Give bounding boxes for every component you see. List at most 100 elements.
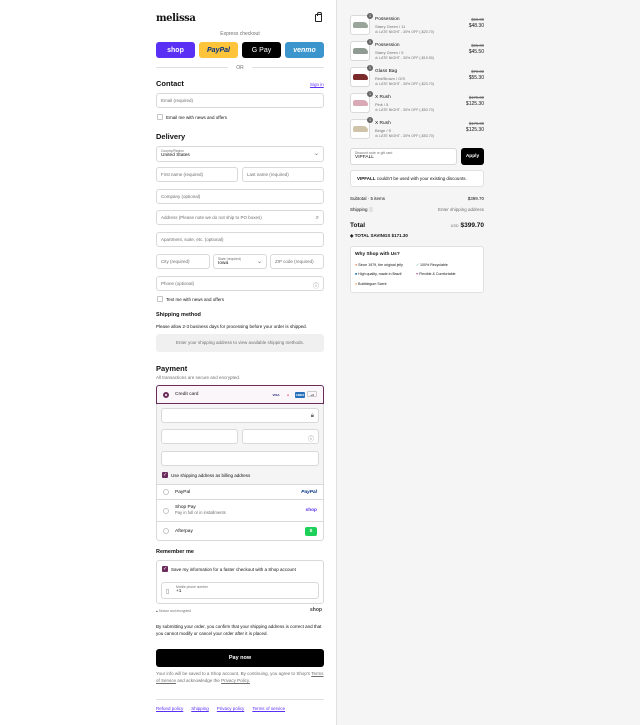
zip-field[interactable]: ZIP code (required)	[270, 254, 324, 269]
original-price: $69.00	[471, 17, 484, 22]
company-field[interactable]: Company (optional)	[156, 189, 324, 204]
remember-me-title: Remember me	[156, 549, 194, 555]
more-cards-badge: +4	[307, 391, 317, 397]
quantity-badge: 1	[367, 117, 373, 123]
apply-button[interactable]: Apply	[461, 148, 484, 165]
help-icon: ⓘ	[307, 437, 314, 443]
discounted-price: $45.50	[468, 49, 484, 55]
why-shop-title: Why Shop with Us?	[355, 252, 400, 257]
name-on-card-field[interactable]	[161, 451, 319, 466]
afterpay-option[interactable]: Afterpay $	[156, 522, 324, 541]
melissa-logo[interactable]: melissa	[156, 13, 196, 24]
apartment-field[interactable]: Apartment, suite, etc. (optional)	[156, 232, 324, 247]
shipping-note: Please allow 2-3 business days for proce…	[156, 324, 307, 329]
chevron-down-icon: ⌄	[313, 151, 319, 157]
paypal-option[interactable]: PayPal PayPal	[156, 484, 324, 500]
pay-now-button[interactable]: Pay now	[156, 649, 324, 667]
why-item: ■ High quality, made in Brazil	[355, 272, 402, 276]
why-item: ● Bubblegum Scent	[355, 282, 387, 286]
shipping-placeholder: Enter your shipping address to view avai…	[156, 334, 324, 352]
text-me-checkbox[interactable]	[157, 296, 163, 302]
consent-text: By submitting your order, you confirm th…	[156, 624, 322, 636]
address-field[interactable]: Address (Please note we do not ship to P…	[156, 210, 324, 225]
privacy-policy-link[interactable]: Privacy policy	[217, 706, 245, 711]
quantity-badge: 1	[367, 91, 373, 97]
credit-card-radio[interactable]	[163, 391, 169, 398]
shipping-label: Shipping ⓘ	[350, 207, 374, 212]
save-info-checkbox[interactable]	[162, 566, 168, 572]
expiration-field[interactable]	[161, 429, 238, 444]
search-icon: ⌕	[315, 215, 319, 221]
quantity-badge: 1	[367, 13, 373, 19]
footer-links: Refund policy Shipping Privacy policy Te…	[156, 706, 285, 711]
shipping-value: Enter shipping address	[437, 207, 484, 212]
card-number-field[interactable]: 🔒︎	[161, 408, 319, 423]
total-label: Total	[350, 222, 366, 229]
discounted-price: $125.30	[465, 101, 484, 107]
afterpay-radio[interactable]	[163, 528, 169, 534]
paypal-radio[interactable]	[163, 489, 169, 495]
text-me-label: Text me with news and offers	[166, 297, 224, 302]
shipping-method-title: Shipping method	[156, 312, 201, 318]
shop-pay-button[interactable]: shop	[156, 42, 195, 58]
phone-field[interactable]: Phone (optional) ⓘ	[156, 276, 324, 291]
mobile-phone-field[interactable]: ▯ Mobile phone number +1	[161, 582, 319, 599]
discount-warning: VIPFALL couldn't be used with your exist…	[350, 170, 484, 187]
visa-icon: VISA	[272, 393, 280, 397]
shop-logo: shop	[305, 508, 317, 513]
discount-field[interactable]: Discount code or gift card VIPFALL	[350, 148, 457, 165]
shop-legal: Your info will be saved to a Shop accoun…	[156, 671, 324, 683]
total-savings: ◈ TOTAL SAVINGS $171.30	[350, 233, 408, 238]
contact-title: Contact	[156, 79, 184, 88]
shipping-policy-link[interactable]: Shipping	[191, 706, 209, 711]
product-name: Possession	[375, 43, 400, 48]
credit-card-option[interactable]: Credit card VISA ● AMEX +4	[156, 385, 324, 404]
discounted-price: $55.30	[468, 75, 484, 81]
shopping-bag-icon[interactable]	[315, 12, 322, 22]
product-name: X Rush	[375, 121, 391, 126]
shop-pay-radio[interactable]	[163, 507, 169, 514]
lock-icon: 🔒︎	[310, 413, 314, 419]
afterpay-logo: $	[305, 526, 317, 536]
first-name-field[interactable]: First name (required)	[156, 167, 238, 182]
express-checkout-label: Express checkout	[220, 31, 260, 37]
billing-checkbox[interactable]	[162, 472, 168, 478]
city-field[interactable]: City (required)	[156, 254, 210, 269]
privacy-link[interactable]: Privacy Policy.	[221, 678, 250, 683]
paypal-button[interactable]: PayPal	[199, 42, 238, 58]
news-checkbox[interactable]	[157, 114, 163, 120]
venmo-button[interactable]: venmo	[285, 42, 324, 58]
original-price: $179.00	[468, 121, 484, 126]
shop-pay-option[interactable]: Shop Pay Pay in full or in installments s…	[156, 500, 324, 522]
product-variant: Starry Green / 11	[375, 24, 406, 29]
subtotal-label: Subtotal · 5 items	[350, 196, 386, 201]
state-select[interactable]: State (required) Iowa ⌄	[213, 254, 267, 269]
product-discount: ⊘ LATE NIGHT - 30% OFF (-$19.50)	[375, 56, 435, 60]
country-select[interactable]: Country/Region United States ⌄	[156, 146, 324, 162]
product-variant: Red/Brown / O/S	[375, 76, 406, 81]
google-pay-button[interactable]: G Pay	[242, 42, 281, 58]
billing-label: Use shipping address as billing address	[171, 473, 251, 478]
help-icon: ⓘ	[368, 207, 374, 212]
card-brands: VISA ● AMEX +4	[269, 391, 317, 398]
shop-logo: shop	[310, 607, 322, 613]
product-variant: Pink / 5	[375, 102, 389, 107]
terms-of-service-link[interactable]: Terms of service	[252, 706, 285, 711]
email-field[interactable]: Email (required)	[156, 93, 324, 108]
discounted-price: $48.30	[468, 23, 484, 29]
save-info-label: Save my information for a faster checkou…	[171, 567, 296, 572]
quantity-badge: 1	[367, 65, 373, 71]
refund-policy-link[interactable]: Refund policy	[156, 706, 183, 711]
original-price: $179.00	[468, 95, 484, 100]
product-discount: ⊘ LATE NIGHT - 30% OFF (-$53.70)	[375, 134, 435, 138]
product-name: Possession	[375, 17, 400, 22]
mastercard-icon: ●	[287, 393, 289, 397]
product-discount: ⊘ LATE NIGHT - 30% OFF (-$23.70)	[375, 82, 435, 86]
product-discount: ⊘ LATE NIGHT - 30% OFF (-$53.70)	[375, 108, 435, 112]
last-name-field[interactable]: Last name (required)	[242, 167, 324, 182]
sign-in-link[interactable]: Sign in	[310, 82, 324, 87]
payment-title: Payment	[156, 364, 188, 373]
news-label: Email me with news and offers	[166, 115, 227, 120]
product-name: X Rush	[375, 95, 391, 100]
security-code-field[interactable]: ⓘ	[242, 429, 319, 444]
